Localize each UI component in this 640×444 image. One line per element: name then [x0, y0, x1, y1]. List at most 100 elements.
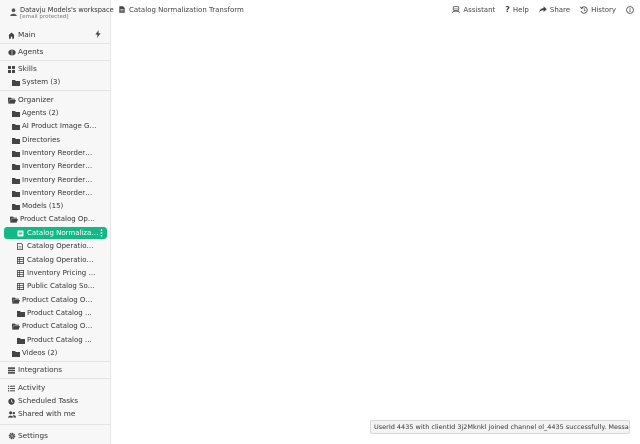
assistant-label: Assistant: [463, 5, 496, 14]
table-icon: [17, 282, 27, 290]
sidebar-item-inventory-reorder-1[interactable]: Inventory Reorder R...: [12, 147, 94, 159]
top-bar: Catalog Normalization Transform Assistan…: [111, 0, 640, 19]
sidebar-item-label: System (3): [22, 78, 61, 86]
sidebar-item-product-catalog-op-1[interactable]: Product Catalog Op...: [17, 307, 97, 319]
sidebar-item-ai-product-image[interactable]: AI Product Image Ge...: [12, 120, 98, 132]
sidebar-item-activity[interactable]: Activity: [8, 382, 108, 394]
sidebar-item-label: Activity: [18, 383, 46, 392]
folder-icon: [12, 110, 22, 117]
sidebar-item-label: Product Catalog Ope...: [22, 322, 96, 330]
folder-icon: [17, 337, 27, 344]
more-vertical-icon[interactable]: [100, 229, 107, 237]
brain-icon: [8, 49, 18, 56]
share-label: Share: [549, 5, 571, 14]
folder-icon: [12, 203, 22, 210]
sidebar-item-directories[interactable]: Directories: [12, 134, 108, 146]
sidebar-item-settings[interactable]: Settings: [8, 430, 108, 442]
folder-icon: [12, 150, 22, 157]
document-icon: [17, 230, 27, 237]
main-content-area: [111, 19, 640, 444]
sidebar-item-product-catalog-op-2[interactable]: Product Catalog Op...: [17, 334, 97, 346]
share-arrow-icon: [539, 6, 547, 13]
sidebar-item-label: Product Catalog Op...: [27, 309, 97, 317]
sidebar-item-label: Organizer: [18, 95, 54, 104]
folder-icon: [12, 137, 22, 144]
divider: [0, 90, 110, 91]
sidebar-item-label: Videos (2): [22, 349, 58, 357]
sidebar-item-label: Inventory Reorder R...: [22, 176, 94, 184]
sidebar: Datavju Models's workspace [email protec…: [0, 0, 114, 444]
grid-icon: [8, 65, 18, 73]
folder-icon: [12, 177, 22, 184]
sidebar-item-label: Inventory Reorder R...: [22, 162, 94, 170]
sidebar-item-label: Shared with me: [18, 409, 76, 418]
document-title: Catalog Normalization Transform: [119, 0, 244, 19]
sidebar-item-models[interactable]: Models (15): [12, 200, 108, 212]
layers-icon: [8, 366, 18, 374]
sidebar-item-system[interactable]: System (3): [12, 76, 108, 88]
sidebar-item-catalog-normalization[interactable]: Catalog Normalizat...: [4, 227, 107, 239]
sidebar-item-product-catalog-ops-1[interactable]: Product Catalog Ope...: [10, 213, 96, 225]
sidebar-item-catalog-operations-1[interactable]: Catalog Operations ...: [17, 240, 97, 252]
sidebar-item-label: Product Catalog Ope...: [22, 296, 96, 304]
info-button[interactable]: [626, 5, 634, 14]
workspace-switcher[interactable]: Datavju Models's workspace [email protec…: [8, 5, 114, 23]
sidebar-item-label: Models (15): [22, 202, 64, 210]
user-icon: [10, 8, 17, 16]
folder-icon: [12, 79, 22, 86]
sidebar-item-product-catalog-ops-2[interactable]: Product Catalog Ope...: [12, 294, 96, 306]
divider: [0, 60, 110, 61]
history-icon: [580, 5, 588, 14]
folder-open-icon: [12, 297, 22, 304]
sidebar-item-label: Directories: [22, 136, 61, 144]
sidebar-item-shared-with-me[interactable]: Shared with me: [8, 408, 108, 420]
sidebar-item-label: Catalog Operations ...: [27, 256, 97, 264]
header-actions: Assistant ? Help Share History: [452, 0, 634, 19]
sidebar-item-label: Inventory Reorder R...: [22, 149, 94, 157]
sidebar-item-public-catalog-source[interactable]: Public Catalog Sour...: [17, 280, 97, 292]
users-icon: [8, 410, 18, 418]
folder-icon: [12, 123, 22, 130]
folder-open-icon: [10, 216, 20, 223]
sidebar-item-label: Agents: [18, 47, 44, 56]
assistant-icon: [452, 6, 461, 13]
file-icon: [17, 242, 27, 250]
sidebar-item-main[interactable]: Main: [8, 29, 94, 41]
history-button[interactable]: History: [580, 6, 616, 14]
sidebar-item-product-catalog-ops-3[interactable]: Product Catalog Ope...: [12, 320, 96, 332]
sidebar-item-label: Inventory Pricing O...: [27, 269, 97, 277]
sidebar-item-agents[interactable]: Agents: [8, 46, 108, 58]
sidebar-item-catalog-operations-2[interactable]: Catalog Operations ...: [17, 254, 97, 266]
sidebar-item-agents-folder[interactable]: Agents (2): [12, 107, 108, 119]
info-icon: [626, 5, 634, 14]
divider: [0, 361, 110, 362]
sidebar-item-skills[interactable]: Skills: [8, 63, 108, 75]
sidebar-item-label: Main: [18, 30, 36, 39]
home-icon: [8, 32, 18, 39]
sidebar-item-organizer[interactable]: Organizer: [8, 94, 108, 106]
sidebar-item-label: Settings: [18, 431, 48, 440]
sidebar-item-label: Inventory Reorder R...: [22, 189, 94, 197]
sidebar-item-label: Agents (2): [22, 109, 59, 117]
page-title: Catalog Normalization Transform: [129, 5, 244, 14]
divider: [0, 424, 110, 425]
sidebar-item-inventory-reorder-3[interactable]: Inventory Reorder R...: [12, 174, 94, 186]
sidebar-item-inventory-reorder-4[interactable]: Inventory Reorder R...: [12, 187, 94, 199]
help-button[interactable]: ? Help: [505, 5, 529, 14]
sidebar-item-inventory-reorder-2[interactable]: Inventory Reorder R...: [12, 160, 94, 172]
sidebar-item-label: Catalog Operations ...: [27, 242, 97, 250]
sidebar-item-videos[interactable]: Videos (2): [12, 347, 108, 359]
sidebar-item-scheduled-tasks[interactable]: Scheduled Tasks: [8, 395, 108, 407]
workspace-email: [email protected]: [20, 14, 69, 20]
bolt-icon[interactable]: [95, 30, 101, 38]
clock-icon: [8, 397, 18, 405]
divider: [0, 43, 110, 44]
folder-open-icon: [8, 97, 18, 104]
sidebar-item-label: Integrations: [18, 365, 63, 374]
help-label: Help: [512, 5, 529, 14]
share-button[interactable]: Share: [539, 6, 570, 14]
assistant-button[interactable]: Assistant: [452, 6, 495, 14]
question-icon: ?: [505, 5, 510, 14]
sidebar-item-inventory-pricing[interactable]: Inventory Pricing O...: [17, 267, 97, 279]
sidebar-item-integrations[interactable]: Integrations: [8, 364, 108, 376]
